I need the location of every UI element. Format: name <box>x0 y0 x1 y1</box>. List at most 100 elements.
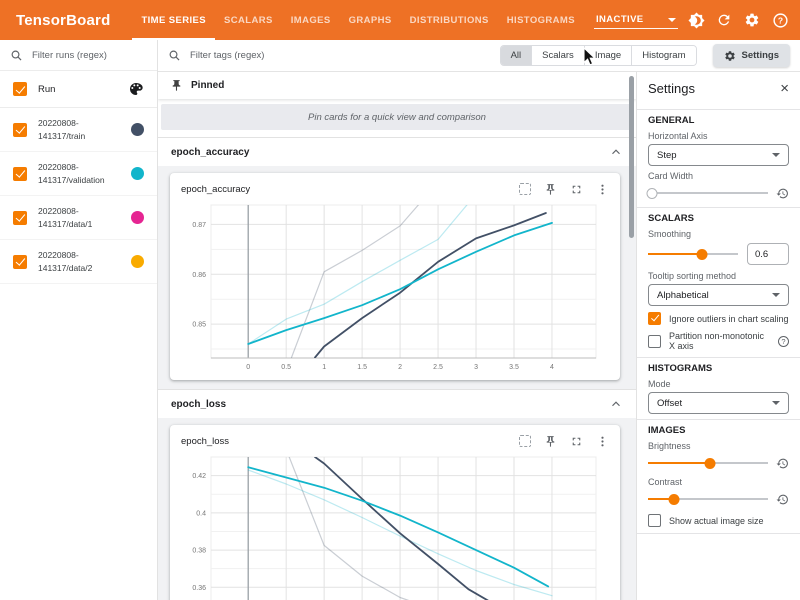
scalars-heading: SCALARS <box>648 213 789 224</box>
reset-icon[interactable] <box>776 457 789 470</box>
reset-icon[interactable] <box>776 493 789 506</box>
contrast-slider[interactable] <box>648 493 768 505</box>
brightness-label: Brightness <box>648 441 789 451</box>
run-color-dot-data2 <box>131 255 144 268</box>
reset-icon[interactable] <box>776 187 789 200</box>
tab-histograms[interactable]: HISTOGRAMS <box>498 0 584 40</box>
section-header-epoch-accuracy[interactable]: epoch_accuracy <box>158 137 636 166</box>
section-body-epoch-accuracy: epoch_accuracy <box>158 166 636 389</box>
pinned-bar: Pinned <box>158 72 636 99</box>
run-checkbox-validation[interactable] <box>13 167 27 181</box>
refresh-icon[interactable] <box>714 10 734 30</box>
run-checkbox-data2[interactable] <box>13 255 27 269</box>
tag-filter-histogram[interactable]: Histogram <box>631 46 695 65</box>
tab-images[interactable]: IMAGES <box>282 0 340 40</box>
histogram-mode-label: Mode <box>648 379 789 389</box>
pinned-empty-message: Pin cards for a quick view and compariso… <box>161 104 633 130</box>
app-logo: TensorBoard <box>0 0 132 40</box>
tag-filter-all[interactable]: All <box>501 46 532 65</box>
section-header-epoch-loss[interactable]: epoch_loss <box>158 389 636 418</box>
svg-text:0.87: 0.87 <box>192 222 206 229</box>
horizontal-axis-select[interactable]: Step <box>648 144 789 166</box>
slider-knob[interactable] <box>697 249 708 260</box>
settings-gear-icon[interactable] <box>742 10 762 30</box>
tab-scalars[interactable]: SCALARS <box>215 0 282 40</box>
run-checkbox-train[interactable] <box>13 123 27 137</box>
fit-to-data-icon[interactable] <box>519 435 531 447</box>
fullscreen-icon[interactable] <box>570 183 583 196</box>
show-actual-size-checkbox[interactable] <box>648 514 661 527</box>
chevron-down-icon <box>772 401 780 405</box>
chart-epoch-loss[interactable]: 0.360.380.40.4200.511.522.533.54 <box>177 453 599 600</box>
section-epoch-loss: epoch_loss epoch_loss <box>158 389 636 600</box>
section-body-epoch-loss: epoch_loss <box>158 418 636 600</box>
card-width-label: Card Width <box>648 171 789 181</box>
fullscreen-icon[interactable] <box>570 435 583 448</box>
horizontal-axis-value: Step <box>657 150 677 161</box>
theme-toggle-icon[interactable] <box>686 10 706 30</box>
chevron-up-icon[interactable] <box>609 145 623 159</box>
slider-knob[interactable] <box>669 494 680 505</box>
partition-x-checkbox[interactable] <box>648 335 661 348</box>
divider <box>637 109 800 110</box>
search-icon <box>168 49 181 62</box>
card-width-slider[interactable] <box>648 187 768 199</box>
pin-icon[interactable] <box>544 183 557 196</box>
palette-icon[interactable] <box>128 81 144 97</box>
tab-distributions[interactable]: DISTRIBUTIONS <box>401 0 498 40</box>
settings-button[interactable]: Settings <box>713 44 790 67</box>
svg-text:4: 4 <box>550 364 554 371</box>
vertical-scrollbar[interactable] <box>629 76 634 238</box>
tag-filter-image[interactable]: Image <box>584 46 631 65</box>
horizontal-axis-label: Horizontal Axis <box>648 131 789 141</box>
histogram-mode-select[interactable]: Offset <box>648 392 789 414</box>
tag-filter-scalars[interactable]: Scalars <box>531 46 584 65</box>
select-all-runs-checkbox[interactable] <box>13 82 27 96</box>
ignore-outliers-label: Ignore outliers in chart scaling <box>669 314 789 324</box>
kebab-menu-icon[interactable] <box>596 435 609 448</box>
runs-header-row: Run <box>0 71 157 108</box>
chevron-down-icon <box>772 293 780 297</box>
filter-runs-input[interactable] <box>30 49 147 62</box>
ignore-outliers-checkbox[interactable] <box>648 312 661 325</box>
slider-knob[interactable] <box>705 458 716 469</box>
chevron-up-icon[interactable] <box>609 397 623 411</box>
svg-text:0.36: 0.36 <box>192 585 206 592</box>
filter-tags-input[interactable] <box>188 49 492 62</box>
tooltip-sort-label: Tooltip sorting method <box>648 271 789 281</box>
smoothing-input[interactable] <box>747 243 789 265</box>
reload-status-dropdown[interactable]: INACTIVE <box>594 11 678 29</box>
svg-text:2.5: 2.5 <box>433 364 443 371</box>
scalar-card-epoch-accuracy: epoch_accuracy <box>170 173 620 380</box>
svg-text:1.5: 1.5 <box>357 364 367 371</box>
close-icon[interactable]: × <box>780 81 789 96</box>
run-name-train: 20220808-141317/train <box>38 117 110 142</box>
kebab-menu-icon[interactable] <box>596 183 609 196</box>
main-nav: TIME SERIES SCALARS IMAGES GRAPHS DISTRI… <box>132 0 584 40</box>
run-checkbox-data1[interactable] <box>13 211 27 225</box>
smoothing-label: Smoothing <box>648 229 789 239</box>
settings-panel: Settings × GENERAL Horizontal Axis Step … <box>636 72 800 600</box>
chart-epoch-accuracy[interactable]: 0.850.860.8700.511.522.533.54 <box>177 201 599 373</box>
divider <box>637 357 800 358</box>
help-icon[interactable]: ? <box>770 10 790 30</box>
run-name-validation: 20220808-141317/validation <box>38 161 110 186</box>
slider-knob[interactable] <box>646 188 657 199</box>
tab-time-series[interactable]: TIME SERIES <box>132 0 215 40</box>
general-heading: GENERAL <box>648 115 789 126</box>
brightness-slider[interactable] <box>648 457 768 469</box>
tooltip-sort-select[interactable]: Alphabetical <box>648 284 789 306</box>
filter-tags-wrap <box>168 49 492 62</box>
tab-graphs[interactable]: GRAPHS <box>340 0 401 40</box>
smoothing-slider[interactable] <box>648 248 738 260</box>
pin-icon[interactable] <box>544 435 557 448</box>
pinned-title: Pinned <box>191 80 224 91</box>
histograms-heading: HISTOGRAMS <box>648 363 789 374</box>
contrast-row <box>648 490 789 508</box>
ignore-outliers-row: Ignore outliers in chart scaling <box>648 312 789 325</box>
right-column: All Scalars Image Histogram Settings Pin… <box>158 40 800 600</box>
fit-to-data-icon[interactable] <box>519 183 531 195</box>
help-icon[interactable]: ? <box>778 336 789 347</box>
cards-area: Pinned Pin cards for a quick view and co… <box>158 72 636 600</box>
run-color-dot-train <box>131 123 144 136</box>
